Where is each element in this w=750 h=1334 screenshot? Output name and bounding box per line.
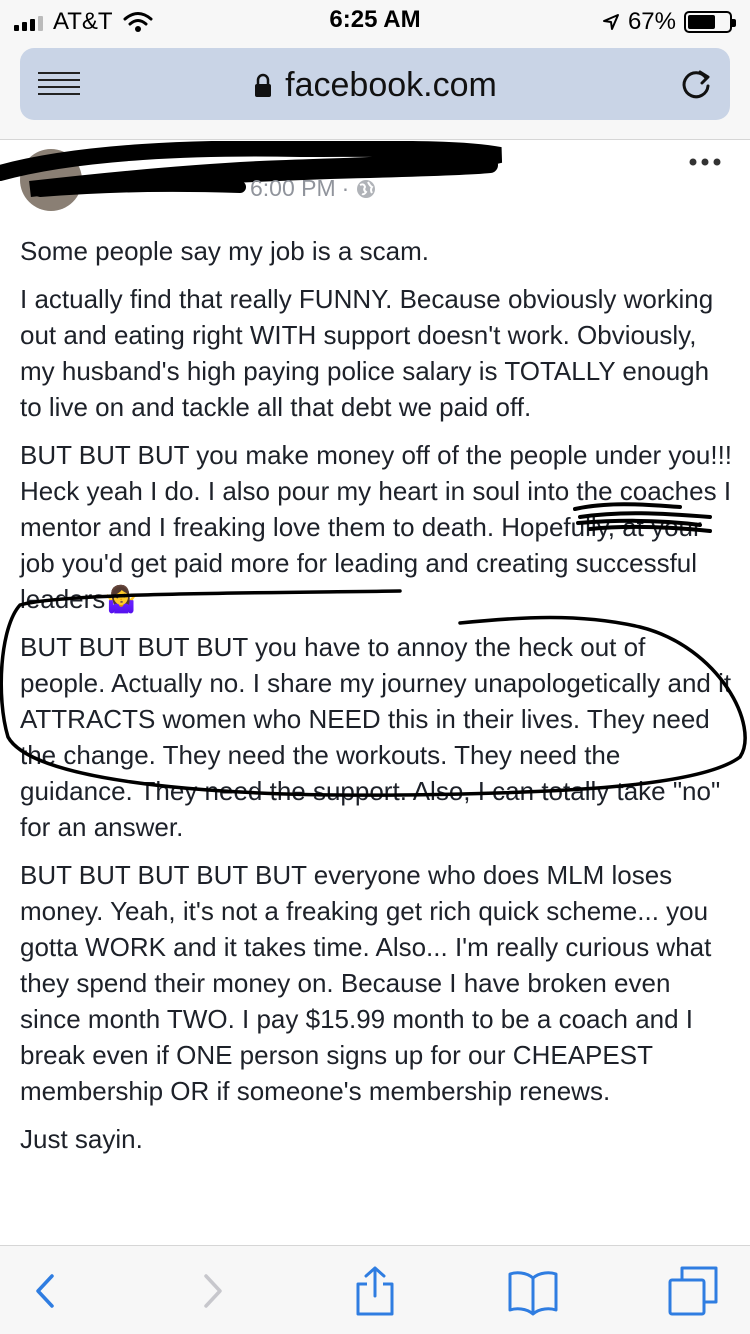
globe-icon — [357, 179, 376, 198]
location-arrow-icon — [602, 14, 619, 30]
battery-fill — [688, 15, 715, 29]
post-timestamp[interactable]: 6:00 PM — [250, 175, 336, 202]
share-icon[interactable] — [350, 1266, 400, 1316]
reload-icon[interactable] — [678, 66, 714, 102]
url-text: facebook.com — [285, 66, 497, 104]
post-paragraph-5: BUT BUT BUT BUT BUT everyone who does ML… — [20, 860, 712, 1106]
back-icon[interactable] — [22, 1266, 72, 1316]
meta-separator: · — [341, 175, 350, 201]
word-scribble-out — [573, 502, 712, 533]
lock-icon — [255, 73, 272, 97]
status-right: 67% — [602, 8, 736, 36]
more-options-icon[interactable] — [688, 155, 722, 167]
browser-toolbar — [0, 1245, 750, 1334]
post-paragraph-6: Just sayin. — [20, 1124, 143, 1154]
battery-cap — [732, 19, 736, 27]
hand-drawn-circle — [0, 589, 747, 797]
post-meta: 6:00 PM · — [250, 175, 377, 202]
facebook-post: 6:00 PM · Some people say my job is a sc… — [0, 141, 750, 1245]
battery-icon — [684, 11, 736, 33]
post-paragraph-1: Some people say my job is a scam. — [20, 236, 429, 266]
post-paragraph-2: I actually find that really FUNNY. Becau… — [20, 284, 714, 422]
bookmarks-icon[interactable] — [508, 1266, 558, 1316]
url-display[interactable]: facebook.com — [20, 66, 730, 105]
status-bar: AT&T 6:25 AM 67% — [0, 0, 750, 40]
battery-percent: 67% — [627, 8, 676, 35]
address-bar[interactable]: facebook.com — [20, 48, 730, 120]
browser-nav-area: facebook.com — [0, 40, 750, 140]
tabs-icon[interactable] — [668, 1266, 718, 1316]
forward-icon[interactable] — [186, 1266, 236, 1316]
